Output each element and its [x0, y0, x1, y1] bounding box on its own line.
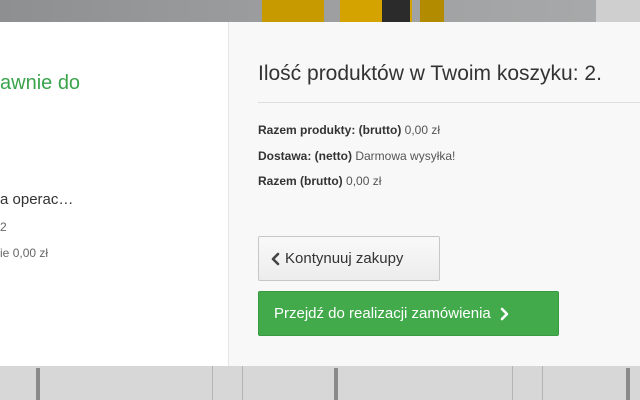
product-total: ie 0,00 zł	[0, 246, 48, 260]
background-product-image	[382, 0, 410, 22]
background-product-image	[334, 368, 338, 400]
product-name: a operac…	[0, 191, 74, 208]
checkout-label: Przejdź do realizacji zamówienia	[274, 305, 491, 322]
background-divider	[242, 366, 243, 400]
summary-row-shipping: Dostawa: (netto) Darmowa wysyłka!	[258, 149, 455, 163]
background-product-image	[36, 368, 40, 400]
background-product-image	[596, 0, 640, 22]
background-divider	[212, 366, 213, 400]
background-product-image	[262, 0, 324, 22]
summary-value: 0,00 zł	[404, 123, 441, 137]
background-divider	[512, 366, 513, 400]
summary-value: 0,00 zł	[346, 174, 382, 188]
continue-shopping-label: Kontynuuj zakupy	[285, 250, 404, 267]
summary-row-products-total: Razem produkty: (brutto) 0,00 zł	[258, 123, 440, 137]
summary-label: Razem produkty: (brutto)	[258, 123, 402, 137]
summary-row-grand-total: Razem (brutto) 0,00 zł	[258, 174, 381, 188]
product-quantity: 2	[0, 220, 7, 234]
summary-label: Razem (brutto)	[258, 174, 343, 188]
product-total-label: ie	[0, 246, 10, 260]
background-divider	[542, 366, 543, 400]
summary-value: Darmowa wysyłka!	[355, 149, 456, 163]
proceed-to-checkout-button[interactable]: Przejdź do realizacji zamówienia	[258, 291, 559, 336]
summary-divider	[258, 102, 640, 103]
background-product-image	[420, 0, 444, 22]
chevron-left-icon	[271, 252, 280, 265]
product-added-heading: awnie do	[0, 72, 81, 94]
cart-count-heading: Ilość produktów w Twoim koszyku: 2.	[258, 62, 602, 85]
continue-shopping-button[interactable]: Kontynuuj zakupy	[258, 236, 440, 281]
summary-label: Dostawa: (netto)	[258, 149, 352, 163]
background-products-strip	[0, 366, 640, 400]
page: awnie do a operac… 2 ie 0,00 zł Ilość pr…	[0, 0, 640, 400]
product-total-value: 0,00 zł	[12, 246, 49, 260]
chevron-right-icon	[500, 307, 509, 320]
background-product-image	[626, 368, 630, 400]
